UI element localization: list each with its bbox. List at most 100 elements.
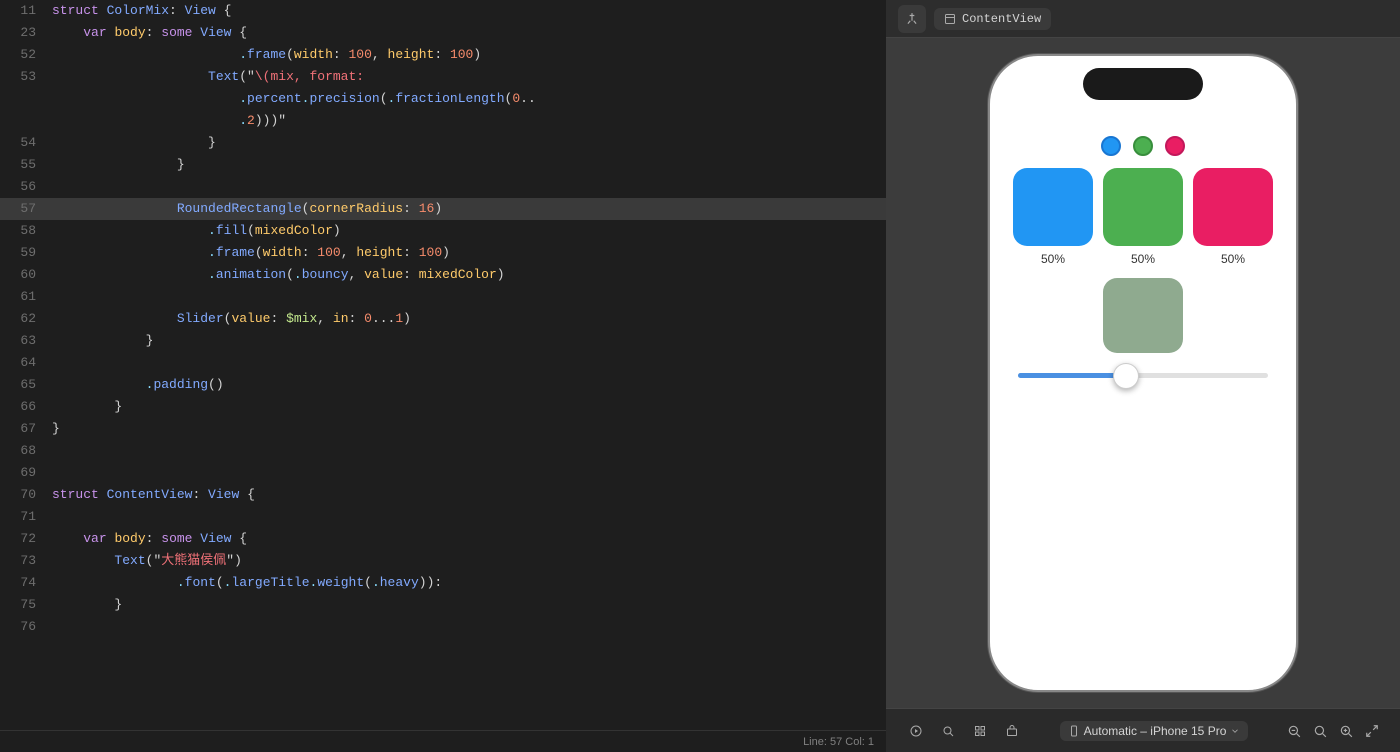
code-line: 74 .font(.largeTitle.weight(.heavy)):: [0, 572, 886, 594]
device-container: 50% 50% 50%: [988, 38, 1298, 752]
line-number: 60: [0, 264, 48, 286]
color-circles-row: [1101, 136, 1185, 156]
play-icon[interactable]: [902, 717, 930, 745]
line-number: 72: [0, 528, 48, 550]
line-number: 71: [0, 506, 48, 528]
code-line: 75 }: [0, 594, 886, 616]
line-number: 69: [0, 462, 48, 484]
iphone-frame: 50% 50% 50%: [988, 54, 1298, 692]
color-circle: [1101, 136, 1121, 156]
bottom-left-icons: [902, 717, 1026, 745]
line-number: 73: [0, 550, 48, 572]
line-content: struct ContentView: View {: [48, 484, 886, 506]
line-content: .animation(.bouncy, value: mixedColor): [48, 264, 886, 286]
line-content: RoundedRectangle(cornerRadius: 16): [48, 198, 886, 220]
line-number: 66: [0, 396, 48, 418]
line-number: 54: [0, 132, 48, 154]
swatch-box: [1103, 168, 1183, 246]
line-content: Slider(value: $mix, in: 0...1): [48, 308, 886, 330]
line-number: 67: [0, 418, 48, 440]
content-view-badge[interactable]: ContentView: [934, 8, 1051, 30]
code-line: 73 Text("大熊猫侯佩"): [0, 550, 886, 572]
slider-thumb[interactable]: [1113, 363, 1139, 389]
code-line: 23 var body: some View {: [0, 22, 886, 44]
device-selector[interactable]: Automatic – iPhone 15 Pro: [1060, 721, 1249, 741]
line-content: Text("大熊猫侯佩"): [48, 550, 886, 572]
zoom-plus-button[interactable]: [1334, 719, 1358, 743]
line-content: }: [48, 154, 886, 176]
line-number: 68: [0, 440, 48, 462]
zoom-minus-button[interactable]: [1282, 719, 1306, 743]
line-content: .percent.precision(.fractionLength(0..: [48, 88, 886, 110]
line-number: 55: [0, 154, 48, 176]
code-line: 71: [0, 506, 886, 528]
swatch-label: 50%: [1041, 252, 1065, 266]
swatch-item: 50%: [1103, 168, 1183, 266]
swatch-box: [1013, 168, 1093, 246]
line-content: }: [48, 594, 886, 616]
code-line: 55 }: [0, 154, 886, 176]
line-content: }: [48, 132, 886, 154]
chevron-down-icon: [1230, 726, 1240, 736]
inspect-icon[interactable]: [934, 717, 962, 745]
iphone-notch: [1083, 68, 1203, 100]
line-number: 52: [0, 44, 48, 66]
line-number: 11: [0, 0, 48, 22]
swatch-label: 50%: [1221, 252, 1245, 266]
window-icon: [944, 13, 956, 25]
line-content: .padding(): [48, 374, 886, 396]
zoom-controls: [1282, 719, 1384, 743]
code-line: 58 .fill(mixedColor): [0, 220, 886, 242]
line-number: 64: [0, 352, 48, 374]
code-line: 64: [0, 352, 886, 374]
slider-track: [1018, 373, 1268, 378]
status-bar: Line: 57 Col: 1: [0, 730, 886, 752]
grid-icon[interactable]: [966, 717, 994, 745]
line-number: 62: [0, 308, 48, 330]
line-number: 70: [0, 484, 48, 506]
content-view-label: ContentView: [962, 12, 1041, 26]
zoom-full-button[interactable]: [1360, 719, 1384, 743]
code-line: 11struct ColorMix: View {: [0, 0, 886, 22]
line-number: 53: [0, 66, 48, 88]
code-line: 53 Text("\(mix, format:: [0, 66, 886, 88]
cursor-position: Line: 57 Col: 1: [803, 736, 874, 748]
line-content: .2)))": [48, 110, 886, 132]
color-swatches-row: 50% 50% 50%: [1013, 168, 1273, 266]
code-line: .2)))": [0, 110, 886, 132]
code-line: 72 var body: some View {: [0, 528, 886, 550]
line-number: 23: [0, 22, 48, 44]
code-line: 62 Slider(value: $mix, in: 0...1): [0, 308, 886, 330]
code-line: 68: [0, 440, 886, 462]
line-content: Text("\(mix, format:: [48, 66, 886, 88]
editor-panel: 11struct ColorMix: View {23 var body: so…: [0, 0, 886, 752]
line-number: 75: [0, 594, 48, 616]
iphone-screen: 50% 50% 50%: [990, 56, 1296, 690]
code-line: 69: [0, 462, 886, 484]
pin-button[interactable]: [898, 5, 926, 33]
line-number: 74: [0, 572, 48, 594]
device-label: Automatic – iPhone 15 Pro: [1084, 724, 1227, 738]
code-line: 59 .frame(width: 100, height: 100): [0, 242, 886, 264]
code-line: 54 }: [0, 132, 886, 154]
swatch-item: 50%: [1013, 168, 1093, 266]
line-content: .frame(width: 100, height: 100): [48, 44, 886, 66]
line-content: .font(.largeTitle.weight(.heavy)):: [48, 572, 886, 594]
line-content: }: [48, 418, 886, 440]
slider-container[interactable]: [1018, 373, 1268, 378]
code-line: 57 RoundedRectangle(cornerRadius: 16): [0, 198, 886, 220]
line-content: struct ColorMix: View {: [48, 0, 886, 22]
line-content: .frame(width: 100, height: 100): [48, 242, 886, 264]
code-line: 65 .padding(): [0, 374, 886, 396]
line-number: 76: [0, 616, 48, 638]
share-icon[interactable]: [998, 717, 1026, 745]
preview-panel: ContentView 50% 50% 50%: [886, 0, 1400, 752]
code-area: 11struct ColorMix: View {23 var body: so…: [0, 0, 886, 752]
line-number: 61: [0, 286, 48, 308]
line-number: 58: [0, 220, 48, 242]
mixed-color-box: [1103, 278, 1183, 353]
line-number: 59: [0, 242, 48, 264]
line-number: 65: [0, 374, 48, 396]
swatch-box: [1193, 168, 1273, 246]
zoom-fit-button[interactable]: [1308, 719, 1332, 743]
